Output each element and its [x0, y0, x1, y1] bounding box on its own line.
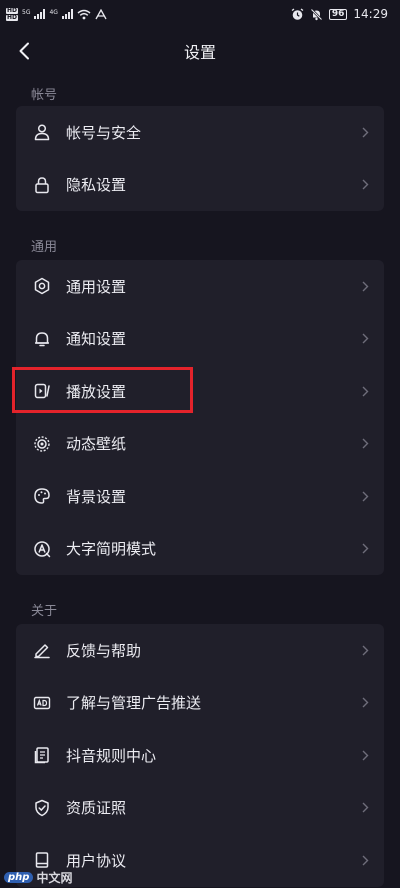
- settings-item-account-security[interactable]: 帐号与安全: [16, 106, 384, 159]
- hd-tags: HD HD: [6, 6, 19, 21]
- chevron-right-icon: [360, 802, 370, 814]
- settings-item-feedback[interactable]: 反馈与帮助: [16, 624, 384, 677]
- settings-item-label: 帐号与安全: [66, 123, 142, 142]
- ad-icon: [32, 693, 52, 713]
- shield-check-icon: [32, 798, 52, 818]
- network-label: 4G: [49, 8, 58, 16]
- settings-item-licenses[interactable]: 资质证照: [16, 782, 384, 835]
- status-right: 96 14:29: [291, 7, 388, 21]
- settings-item-ads[interactable]: 了解与管理广告推送: [16, 677, 384, 730]
- chevron-right-icon: [360, 333, 370, 345]
- settings-item-label: 通用设置: [66, 277, 127, 296]
- alarm-icon: [291, 7, 304, 20]
- watermark-text: 中文网: [36, 871, 73, 885]
- settings-item-wallpaper[interactable]: 动态壁纸: [16, 418, 384, 471]
- chevron-right-icon: [360, 490, 370, 502]
- section-title-about: 关于: [31, 604, 58, 619]
- settings-item-label: 抖音规则中心: [66, 746, 157, 765]
- settings-item-label: 播放设置: [66, 382, 127, 401]
- settings-item-label: 用户协议: [66, 851, 127, 870]
- battery-indicator: 96: [328, 8, 348, 20]
- settings-item-large-text[interactable]: 大字简明模式: [16, 523, 384, 576]
- bell-icon: [32, 329, 52, 349]
- settings-item-rules-center[interactable]: 抖音规则中心: [16, 729, 384, 782]
- wallpaper-icon: [32, 434, 52, 454]
- settings-item-label: 了解与管理广告推送: [66, 694, 202, 713]
- hd-tag: HD: [6, 6, 19, 14]
- section-title-general: 通用: [31, 240, 58, 255]
- settings-item-label: 通知设置: [66, 330, 127, 349]
- large-text-icon: [32, 539, 52, 559]
- chevron-right-icon: [360, 644, 370, 656]
- group-account: 帐号与安全 隐私设置: [16, 106, 384, 211]
- status-bar: HD HD 5G 4G 96 14:29: [0, 0, 400, 28]
- group-general: 通用设置 通知设置 播放设置 动态壁纸 背景设置 大字简明模式: [16, 260, 384, 575]
- group-about: 反馈与帮助 了解与管理广告推送 抖音规则中心 资质证照 用户协议: [16, 624, 384, 887]
- mute-bell-icon: [310, 8, 323, 20]
- settings-item-playback[interactable]: 播放设置: [16, 365, 384, 418]
- palette-icon: [32, 486, 52, 506]
- user-icon: [32, 122, 52, 142]
- settings-item-label: 背景设置: [66, 487, 127, 506]
- settings-item-general[interactable]: 通用设置: [16, 260, 384, 313]
- rules-doc-icon: [32, 745, 52, 765]
- back-button[interactable]: [10, 37, 38, 65]
- signal-icon: [61, 9, 73, 19]
- status-left: HD HD 5G 4G: [6, 6, 107, 21]
- page-title: 设置: [183, 43, 216, 62]
- chevron-right-icon: [360, 854, 370, 866]
- chevron-right-icon: [360, 438, 370, 450]
- chevron-right-icon: [360, 179, 370, 191]
- settings-item-background[interactable]: 背景设置: [16, 470, 384, 523]
- chevron-right-icon: [360, 749, 370, 761]
- watermark: php 中文网: [4, 869, 72, 886]
- lock-icon: [32, 175, 52, 195]
- settings-item-notifications[interactable]: 通知设置: [16, 313, 384, 366]
- settings-item-privacy[interactable]: 隐私设置: [16, 159, 384, 212]
- chevron-right-icon: [360, 697, 370, 709]
- nfc-icon: [95, 8, 107, 19]
- settings-item-label: 动态壁纸: [66, 435, 127, 454]
- hd-tag: HD: [6, 13, 19, 21]
- chevron-left-icon: [19, 42, 29, 60]
- pencil-icon: [32, 640, 52, 660]
- chevron-right-icon: [360, 280, 370, 292]
- wifi-icon: [77, 9, 91, 19]
- chevron-right-icon: [360, 385, 370, 397]
- play-settings-icon: [32, 381, 52, 401]
- settings-item-label: 反馈与帮助: [66, 641, 142, 660]
- settings-item-label: 资质证照: [66, 799, 127, 818]
- settings-item-label: 隐私设置: [66, 176, 127, 195]
- network-label: 5G: [22, 8, 31, 16]
- settings-item-label: 大字简明模式: [66, 540, 157, 559]
- watermark-badge: php: [4, 872, 34, 883]
- header: 设置: [0, 28, 400, 74]
- gear-icon: [32, 276, 52, 296]
- status-time: 14:29: [353, 7, 388, 21]
- book-icon: [32, 850, 52, 870]
- section-title-account: 帐号: [31, 88, 58, 103]
- signal-icon: [34, 9, 46, 19]
- chevron-right-icon: [360, 543, 370, 555]
- chevron-right-icon: [360, 126, 370, 138]
